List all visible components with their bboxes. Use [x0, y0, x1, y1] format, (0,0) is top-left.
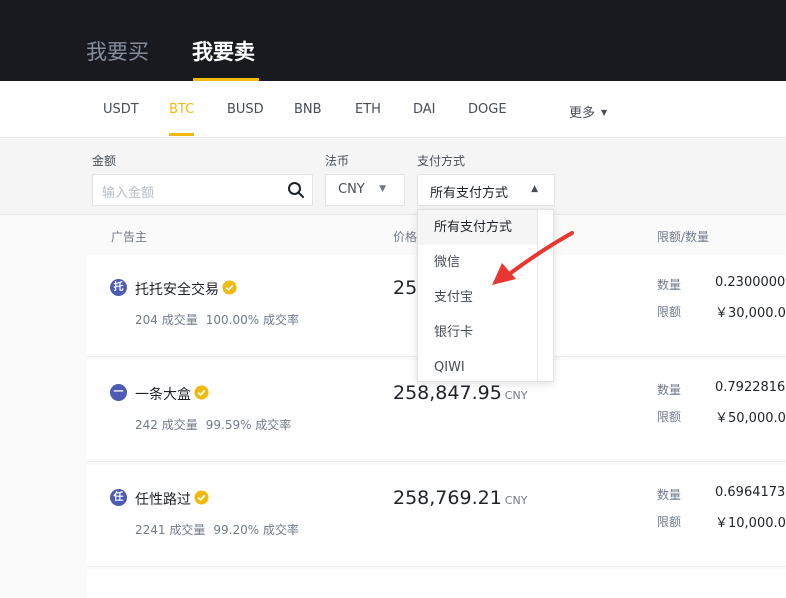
trade-count: 204 成交量 [135, 313, 198, 327]
limit-label: 限额 [657, 515, 682, 529]
limit-label: 限额 [657, 305, 682, 319]
pay-option-qiwi[interactable]: QIWI [418, 350, 539, 381]
verified-badge-icon [194, 490, 209, 505]
tab-sell[interactable]: 我要卖 [192, 36, 255, 66]
top-bar: 我要买 我要卖 [0, 0, 786, 81]
trade-stats: 242 成交量 99.59% 成交率 [135, 416, 299, 433]
trade-count: 242 成交量 [135, 418, 198, 432]
more-coins-button[interactable]: 更多 ▼ [569, 102, 607, 121]
coin-tab-busd[interactable]: BUSD [227, 102, 264, 117]
fiat-select[interactable]: CNY ▼ [325, 174, 405, 206]
advertiser-name[interactable]: 托托安全交易 [135, 279, 219, 299]
quantity-label: 数量 [657, 383, 682, 397]
coin-tab-doge[interactable]: DOGE [468, 102, 507, 117]
coin-active-indicator [169, 133, 194, 136]
more-label: 更多 [569, 106, 596, 121]
pay-option-bank[interactable]: 银行卡 [418, 315, 539, 350]
annotation-arrow-icon [492, 231, 574, 285]
ad-price: 258,847.95 CNY [393, 382, 527, 404]
coin-tab-usdt[interactable]: USDT [103, 102, 139, 117]
advertiser-name[interactable]: 任性路过 [135, 489, 191, 509]
advertiser-name[interactable]: 一条大盒 [135, 384, 191, 404]
coin-tab-bnb[interactable]: BNB [294, 102, 322, 117]
fiat-label: 法币 [325, 154, 350, 168]
price-currency: CNY [504, 389, 528, 402]
price-currency: CNY [504, 494, 528, 507]
coin-tabs: USDT BTC BUSD BNB ETH DAI DOGE 更多 ▼ [0, 81, 786, 138]
avatar: 托 [110, 279, 127, 296]
quantity-label: 数量 [657, 488, 682, 502]
coin-tab-btc[interactable]: BTC [169, 102, 194, 117]
caret-down-icon: ▼ [601, 108, 608, 117]
coin-tab-dai[interactable]: DAI [413, 102, 436, 117]
search-icon[interactable] [287, 181, 305, 199]
filter-bar: 金额 法币 支付方式 输入金额 CNY ▼ 所有支付方式 ▲ [0, 139, 786, 215]
ad-price: 258,769.21 CNY [393, 487, 527, 509]
limit-value: ￥50,000.00 [715, 411, 786, 426]
quantity-value: 0.69641738 [715, 485, 786, 500]
tab-buy[interactable]: 我要买 [86, 36, 149, 66]
verified-badge-icon [222, 280, 237, 295]
completion-rate: 99.20% 成交率 [213, 523, 299, 537]
quantity-label: 数量 [657, 278, 682, 292]
avatar: 任 [110, 489, 127, 506]
caret-up-icon: ▲ [531, 184, 538, 194]
amount-label: 金额 [92, 154, 117, 168]
ad-row: 任 任性路过 2241 成交量 99.20% 成交率 258,769.21 CNY … [87, 465, 786, 567]
col-limit: 限额/数量 [657, 230, 710, 244]
limit-value: ￥30,000.00 [715, 306, 786, 321]
caret-down-icon: ▼ [379, 184, 386, 194]
price-value: 258,769.21 [393, 487, 502, 509]
trade-stats: 2241 成交量 99.20% 成交率 [135, 521, 307, 538]
quantity-value: 0.79228163 [715, 380, 786, 395]
quantity-value: 0.23000000 [715, 275, 786, 290]
completion-rate: 99.59% 成交率 [205, 418, 292, 432]
col-advertiser: 广告主 [111, 230, 148, 244]
trade-stats: 204 成交量 100.00% 成交率 [135, 311, 307, 328]
col-price: 价格 [393, 230, 418, 244]
amount-placeholder: 输入金额 [102, 186, 155, 201]
trade-count: 2241 成交量 [135, 523, 206, 537]
pay-method-value: 所有支付方式 [430, 186, 509, 201]
avatar: 一 [110, 384, 127, 401]
fiat-value: CNY [338, 182, 365, 197]
pay-method-label: 支付方式 [417, 154, 466, 168]
amount-input[interactable]: 输入金额 [92, 174, 313, 206]
price-value: 258,847.95 [393, 382, 502, 404]
limit-value: ￥10,000.00 [715, 516, 786, 531]
pay-method-select[interactable]: 所有支付方式 ▲ [417, 174, 555, 206]
limit-label: 限额 [657, 410, 682, 424]
completion-rate: 100.00% 成交率 [205, 313, 299, 327]
ad-row [87, 570, 786, 598]
coin-tab-eth[interactable]: ETH [355, 102, 381, 117]
verified-badge-icon [194, 385, 209, 400]
